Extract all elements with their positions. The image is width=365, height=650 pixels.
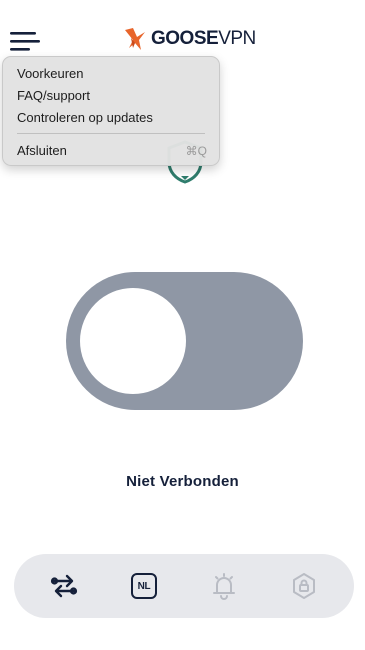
- menu-item-check-updates[interactable]: Controleren op updates: [17, 108, 207, 128]
- menu-item-label: Controleren op updates: [17, 110, 153, 125]
- menu-item-label: FAQ/support: [17, 88, 90, 103]
- switch-protocol-button[interactable]: [48, 570, 80, 602]
- connect-toggle[interactable]: [66, 272, 303, 410]
- bottom-nav: NL: [14, 554, 354, 618]
- app-menu-dropdown: Voorkeuren FAQ/support Controleren op up…: [2, 56, 220, 166]
- menu-item-label: Voorkeuren: [17, 66, 84, 81]
- shield-lock-icon: [293, 573, 315, 599]
- notifications-button[interactable]: [208, 570, 240, 602]
- logo-wordmark: GOOSEVPN: [151, 28, 256, 49]
- security-button[interactable]: [288, 570, 320, 602]
- menu-separator: [17, 133, 205, 134]
- connection-status: Niet Verbonden: [126, 473, 239, 490]
- bell-icon: [213, 573, 235, 600]
- toggle-knob: [80, 288, 186, 394]
- menu-shortcut: ⌘Q: [185, 144, 207, 158]
- location-button[interactable]: NL: [128, 570, 160, 602]
- app-logo: GOOSEVPN: [121, 26, 256, 52]
- menu-item-label: Afsluiten: [17, 143, 67, 158]
- country-badge: NL: [131, 573, 157, 599]
- menu-item-quit[interactable]: Afsluiten ⌘Q: [17, 141, 207, 161]
- goose-logo-icon: [125, 28, 145, 50]
- menu-item-voorkeuren[interactable]: Voorkeuren: [17, 64, 207, 84]
- arrows-swap-icon: [50, 574, 78, 598]
- menu-item-faq-support[interactable]: FAQ/support: [17, 86, 207, 106]
- menu-icon[interactable]: [10, 30, 40, 52]
